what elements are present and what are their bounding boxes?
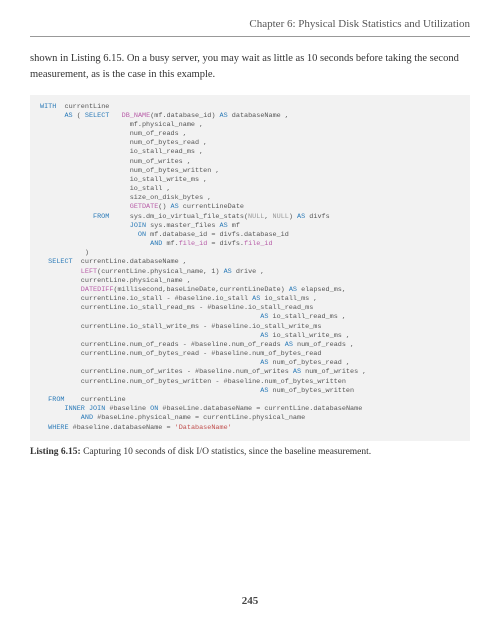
code-text: io_stall_read_ms , <box>268 313 346 321</box>
fn: DB_NAME <box>122 112 151 120</box>
code-text <box>40 286 81 294</box>
kw: INNER JOIN <box>64 405 105 413</box>
code-text: io_stall_ms , <box>260 295 317 303</box>
chapter-header: Chapter 6: Physical Disk Statistics and … <box>30 18 470 37</box>
code-text: currentLine.io_stall - #baseline.io_stal… <box>40 295 252 303</box>
code-text: ( <box>73 112 85 120</box>
code-text: io_stall_write_ms , <box>268 332 350 340</box>
code-text: , <box>264 213 272 221</box>
code-text: #baseLine.physical_name = currentLine.ph… <box>93 414 305 422</box>
code-text: = divfs. <box>207 240 244 248</box>
code-text: currentLine <box>56 103 109 111</box>
code-text <box>40 414 81 422</box>
listing-caption: Listing 6.15: Capturing 10 seconds of di… <box>30 447 470 457</box>
kw: ON <box>138 231 146 239</box>
fn: file_id <box>179 240 208 248</box>
code-text: currentLine.num_of_writes - #baseline.nu… <box>40 368 293 376</box>
code-text: sys.dm_io_virtual_file_stats( <box>109 213 248 221</box>
code-text: num_of_reads , <box>40 130 187 138</box>
code-text: sys.master_files <box>146 222 219 230</box>
code-text: ) <box>289 213 297 221</box>
kw: WHERE <box>40 424 69 432</box>
kw: AS <box>220 112 228 120</box>
code-text <box>40 313 260 321</box>
caption-text: Capturing 10 seconds of disk I/O statist… <box>81 447 371 457</box>
code-text: (currentLine.physical_name, 1) <box>97 268 223 276</box>
code-text: mf. <box>162 240 178 248</box>
fn: LEFT <box>81 268 97 276</box>
kw: SELECT <box>85 112 109 120</box>
kw: AS <box>224 268 232 276</box>
kw: AS <box>285 341 293 349</box>
code-text: ) <box>40 249 89 257</box>
kw: AS <box>293 368 301 376</box>
fn: file_id <box>244 240 273 248</box>
code-text: (mf.database_id) <box>150 112 219 120</box>
code-text: io_stall_read_ms , <box>40 148 203 156</box>
code-text: size_on_disk_bytes , <box>40 194 211 202</box>
code-text: currentLine.io_stall_read_ms - #baseline… <box>40 304 313 312</box>
code-text <box>109 112 121 120</box>
kw: AS <box>40 112 73 120</box>
code-text: io_stall_write_ms , <box>40 176 207 184</box>
kw: FROM <box>40 213 109 221</box>
code-text: currentLine.io_stall_write_ms - #baselin… <box>40 323 321 331</box>
code-text <box>40 268 81 276</box>
code-text: elapsed_ms, <box>297 286 346 294</box>
code-text: drive , <box>232 268 265 276</box>
code-text <box>40 231 138 239</box>
kw: SELECT <box>40 258 73 266</box>
code-listing: WITH currentLine AS ( SELECT DB_NAME(mf.… <box>30 95 470 441</box>
code-text: currentLine.physical_name , <box>40 277 191 285</box>
code-text <box>40 222 130 230</box>
code-text: #baseLine.databaseName = currentLine.dat… <box>158 405 362 413</box>
page-number: 245 <box>0 595 500 607</box>
fn: DATEDIFF <box>81 286 114 294</box>
code-text <box>40 203 130 211</box>
code-text: currentLine.num_of_reads - #baseline.num… <box>40 341 285 349</box>
code-text: (millisecond,baseLineDate,currentLineDat… <box>113 286 288 294</box>
kw: AS <box>297 213 305 221</box>
code-text: () <box>158 203 170 211</box>
code-text: num_of_writes , <box>301 368 366 376</box>
kw: AS <box>289 286 297 294</box>
null: NULL <box>273 213 289 221</box>
code-text <box>40 405 64 413</box>
kw: FROM <box>40 396 64 404</box>
code-text: num_of_reads , <box>293 341 354 349</box>
kw: AS <box>219 222 227 230</box>
code-text <box>40 387 260 395</box>
code-text: mf.physical_name , <box>40 121 203 129</box>
code-text: divfs <box>305 213 329 221</box>
fn: GETDATE <box>130 203 159 211</box>
code-text: currentLine.databaseName , <box>73 258 187 266</box>
code-text: num_of_writes , <box>40 158 191 166</box>
kw: AND <box>81 414 93 422</box>
code-text: mf <box>228 222 240 230</box>
code-text: currentLine <box>64 396 125 404</box>
code-text: #baseline.databaseName = <box>69 424 175 432</box>
code-text: io_stall , <box>40 185 171 193</box>
string: 'DatabaseName' <box>175 424 232 432</box>
code-text: num_of_bytes_read , <box>40 139 207 147</box>
code-text: num_of_bytes_written <box>268 387 354 395</box>
caption-label: Listing 6.15: <box>30 447 81 457</box>
code-text: currentLineDate <box>179 203 244 211</box>
code-text <box>40 240 150 248</box>
code-text: databaseName , <box>228 112 289 120</box>
code-text: num_of_bytes_written , <box>40 167 219 175</box>
code-text: mf.database_id = divfs.database_id <box>146 231 289 239</box>
code-text <box>40 359 260 367</box>
kw: WITH <box>40 103 56 111</box>
null: NULL <box>248 213 264 221</box>
code-text: currentLine.num_of_bytes_read - #baselin… <box>40 350 321 358</box>
kw: AND <box>150 240 162 248</box>
kw: JOIN <box>130 222 146 230</box>
code-text <box>40 332 260 340</box>
code-text: num_of_bytes_read , <box>268 359 350 367</box>
kw: AS <box>171 203 179 211</box>
body-paragraph: shown in Listing 6.15. On a busy server,… <box>30 51 470 83</box>
code-text: currentLine.num_of_bytes_written - #base… <box>40 378 346 386</box>
code-text: #baseline <box>105 405 150 413</box>
